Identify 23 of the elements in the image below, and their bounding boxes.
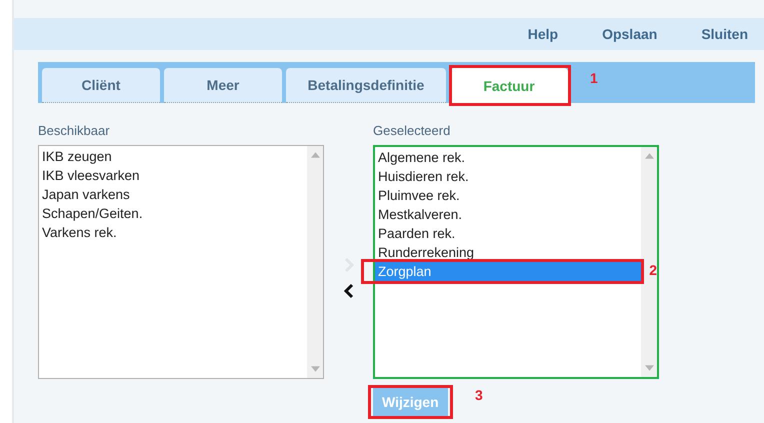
callout-number: 1 xyxy=(590,70,598,86)
list-item[interactable]: Pluimvee rek. xyxy=(375,186,641,205)
header-link[interactable]: Help xyxy=(528,26,558,42)
header-link[interactable]: Opslaan xyxy=(602,26,658,42)
list-item[interactable]: Runderrekening xyxy=(375,243,641,262)
list-item[interactable]: Japan varkens xyxy=(39,185,307,204)
list-item[interactable]: Paarden rek. xyxy=(375,224,641,243)
list-item[interactable]: Mestkalveren. xyxy=(375,205,641,224)
callout-number: 3 xyxy=(475,387,483,403)
header-link[interactable]: Sluiten xyxy=(701,26,748,42)
list-item[interactable]: Algemene rek. xyxy=(375,148,641,167)
list-box[interactable]: IKB zeugen IKB vleesvarken Japan varkens Schapen/Geiten. Varkens rek. xyxy=(38,145,324,379)
list-item[interactable]: Schapen/Geiten. xyxy=(39,204,307,223)
callout-number: 2 xyxy=(649,262,657,278)
list-label: Beschikbaar xyxy=(38,123,111,139)
list-item[interactable]: IKB vleesvarken xyxy=(39,166,307,185)
list-label: Geselecteerd xyxy=(373,123,452,139)
tab[interactable]: Cliënt xyxy=(42,68,160,103)
tab[interactable]: Meer xyxy=(164,68,282,103)
list-item[interactable]: Varkens rek. xyxy=(39,223,307,242)
list-item[interactable]: Huisdieren rek. xyxy=(375,167,641,186)
tab[interactable]: Betalingsdefinitie xyxy=(286,68,446,103)
list-item[interactable]: IKB zeugen xyxy=(39,147,307,166)
